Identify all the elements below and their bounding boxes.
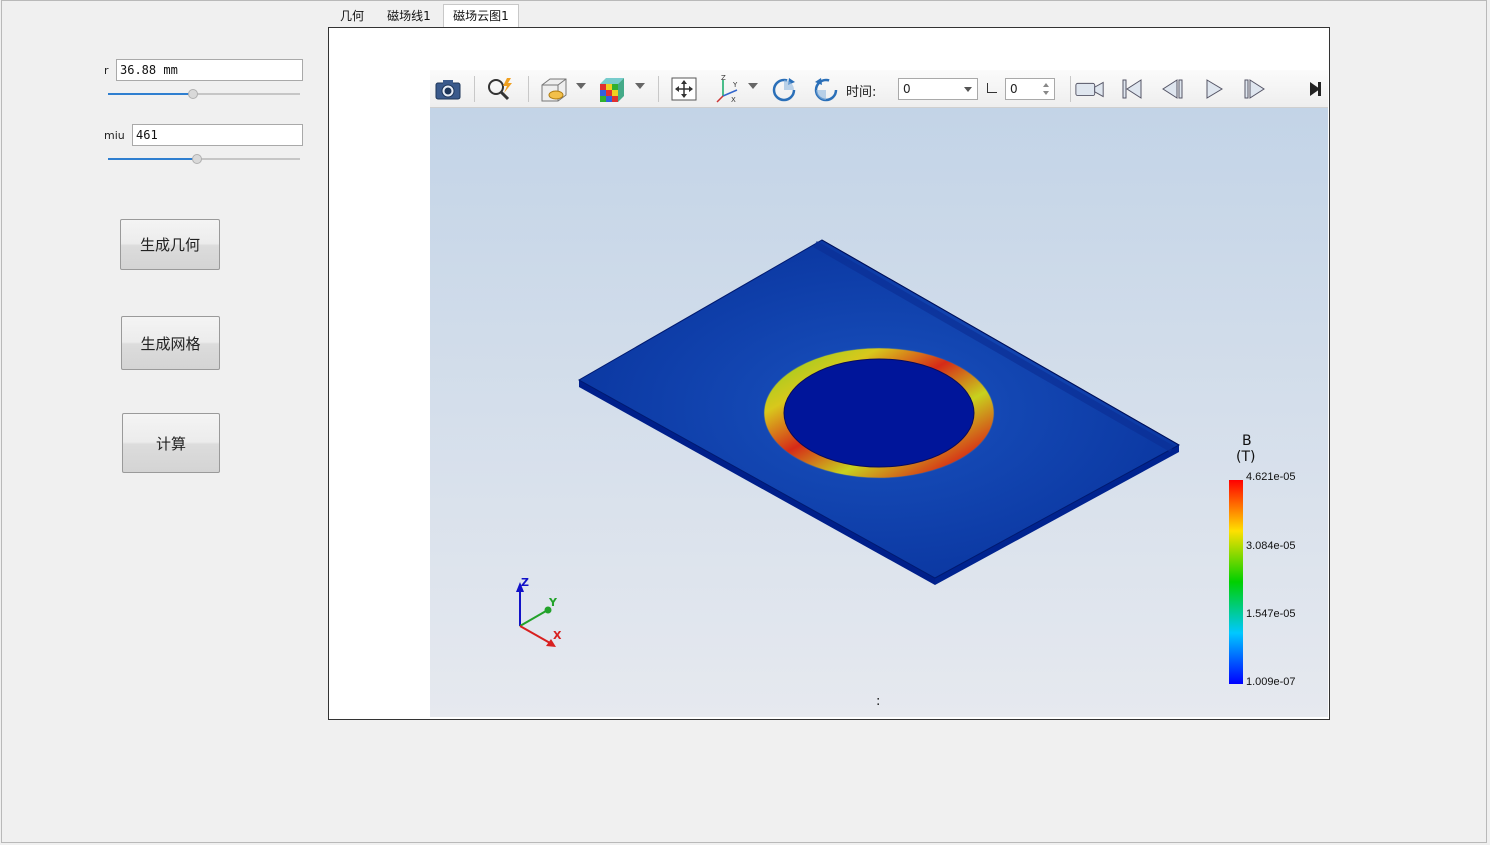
- tab-field-lines[interactable]: 磁场线1: [379, 5, 439, 27]
- svg-text:Y: Y: [732, 81, 738, 89]
- colormap-dropdown-icon[interactable]: [635, 83, 645, 89]
- triad-y-label: Y: [548, 596, 558, 609]
- legend-unit: (T): [1236, 449, 1256, 465]
- tab-geometry[interactable]: 几何: [329, 5, 375, 27]
- r-input[interactable]: 36.88 mm: [116, 59, 303, 81]
- rotate-ccw-icon[interactable]: [810, 74, 842, 104]
- colormap-cube-icon[interactable]: [596, 74, 628, 104]
- triad-z-label: Z: [521, 576, 529, 589]
- expand-icon[interactable]: [1304, 74, 1326, 104]
- display-mode-icon[interactable]: [538, 74, 570, 104]
- play-icon[interactable]: [1198, 74, 1230, 104]
- r-slider-handle[interactable]: [188, 89, 198, 99]
- compute-button[interactable]: 计算: [122, 413, 220, 473]
- r-slider[interactable]: [108, 88, 300, 100]
- ring-inner-hole: [783, 358, 975, 468]
- time-label: 时间:: [846, 85, 877, 100]
- move-center-icon[interactable]: [668, 74, 700, 104]
- legend-tick-max: 4.621e-05: [1246, 471, 1296, 483]
- triad-x-label: X: [553, 629, 562, 642]
- spin-down-icon[interactable]: [1043, 91, 1049, 95]
- first-frame-icon[interactable]: [1116, 74, 1148, 104]
- display-mode-dropdown-icon[interactable]: [576, 83, 586, 89]
- camera-icon[interactable]: [432, 74, 464, 104]
- svg-text:Z: Z: [721, 74, 726, 82]
- step-spinbox[interactable]: 0: [1005, 78, 1055, 100]
- r-label: r: [104, 64, 109, 77]
- legend-tick-2: 3.084e-05: [1246, 540, 1296, 552]
- tab-field-contour[interactable]: 磁场云图1: [443, 4, 519, 28]
- axis-view-dropdown-icon[interactable]: [748, 83, 758, 89]
- rotate-cw-icon[interactable]: [768, 74, 800, 104]
- miu-label: miu: [104, 129, 125, 142]
- step-checkbox[interactable]: [987, 83, 997, 93]
- 3d-viewer[interactable]: ZYX 时间: 0 0 Z Y X B (T) 4.621e-05 3.084e…: [430, 70, 1328, 717]
- generate-geometry-button[interactable]: 生成几何: [120, 219, 220, 270]
- miu-input[interactable]: 461: [132, 124, 303, 146]
- axis-view-icon[interactable]: ZYX: [712, 74, 744, 104]
- prev-frame-icon[interactable]: [1157, 74, 1189, 104]
- status-text: :: [876, 694, 881, 709]
- next-frame-icon[interactable]: [1238, 74, 1270, 104]
- spin-up-icon[interactable]: [1043, 83, 1049, 87]
- render-scene[interactable]: Z Y X B (T) 4.621e-05 3.084e-05 1.547e-0…: [430, 108, 1328, 717]
- legend-colorbar: [1229, 480, 1243, 684]
- generate-mesh-button[interactable]: 生成网格: [121, 316, 220, 370]
- time-combobox[interactable]: 0: [898, 78, 978, 100]
- zoom-fit-icon[interactable]: [484, 74, 516, 104]
- svg-text:X: X: [731, 96, 736, 104]
- video-record-icon[interactable]: [1074, 74, 1106, 104]
- miu-slider[interactable]: [108, 153, 300, 165]
- legend-title: B: [1242, 433, 1252, 449]
- chevron-down-icon: [964, 87, 972, 92]
- viewer-toolbar: ZYX 时间: 0 0: [430, 70, 1328, 108]
- legend-tick-min: 1.009e-07: [1246, 676, 1296, 688]
- legend-tick-3: 1.547e-05: [1246, 608, 1296, 620]
- miu-slider-handle[interactable]: [192, 154, 202, 164]
